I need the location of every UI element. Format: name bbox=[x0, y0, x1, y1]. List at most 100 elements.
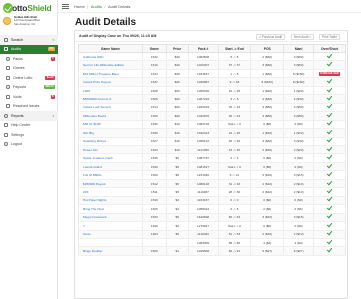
checkmark-icon bbox=[326, 102, 333, 109]
game-name-link[interactable]: Bingo Doubler bbox=[78, 246, 143, 256]
cell-range: 4 -> 4 bbox=[217, 153, 252, 163]
cell-pack: 1049508 bbox=[187, 246, 219, 256]
game-name-link[interactable]: Instant Prize Payout bbox=[78, 77, 143, 87]
breadcrumb-home[interactable]: Home bbox=[74, 4, 85, 9]
game-name-link[interactable]: Full Of $500s bbox=[78, 170, 143, 180]
game-name-link[interactable]: Space Invaders Cash bbox=[78, 153, 143, 163]
cell-pos: 2 ($40) bbox=[250, 94, 285, 104]
game-name-link[interactable]: 20X bbox=[78, 187, 143, 197]
column-header[interactable]: POS bbox=[250, 44, 285, 53]
cell-pos: 2 ($6) bbox=[250, 204, 285, 214]
game-name-link[interactable]: Loteria Grand bbox=[78, 162, 143, 172]
cell-game: 1527 bbox=[141, 137, 167, 147]
sidebar-item-resolved-issues[interactable]: Resolved Issues bbox=[0, 102, 58, 112]
game-name-link[interactable]: Power 10s bbox=[78, 145, 143, 155]
cell-pack: 1279847 bbox=[187, 221, 219, 231]
cell-price: $5 bbox=[165, 162, 189, 172]
table-row: Win Big 1530 $10 1042413 24 -> 25 1 ($10) 1 ($… bbox=[78, 128, 346, 138]
table-row: Set For Life Millionaire Edition 1516 $20 1… bbox=[78, 60, 346, 70]
breadcrumb-audits[interactable]: Audits bbox=[91, 4, 102, 9]
table-header-row: Game Name Game Price Pack # Start -> End POS M… bbox=[78, 44, 346, 53]
clipboard-icon bbox=[4, 47, 8, 52]
game-name-link[interactable]: Bring The Heat bbox=[78, 204, 143, 214]
sidebar-item-logout[interactable]: Logout bbox=[0, 140, 58, 150]
sidebar-item-help-center[interactable]: Help Center bbox=[0, 121, 58, 131]
column-header[interactable]: Game bbox=[141, 44, 167, 53]
cell-over-short bbox=[313, 153, 346, 163]
brand-logo[interactable]: ottoShield bbox=[3, 3, 52, 13]
box-icon bbox=[6, 56, 10, 61]
count-badge: 402 bbox=[47, 47, 55, 52]
card-header: Audit of Display Case on Thu 09/26, 11:1… bbox=[75, 31, 347, 42]
game-name-link[interactable]: Mega Crossword bbox=[78, 213, 143, 223]
table-row: Hot Poker Nights 1519 $3 1103437 0 -> 00 ($0… bbox=[78, 195, 346, 206]
cell-pos: 0 ($0) bbox=[250, 221, 285, 231]
cell-price: $30 bbox=[165, 52, 189, 62]
sidebar-item-voids[interactable]: Voids 8 bbox=[0, 92, 58, 102]
column-header-label: Over/Short bbox=[320, 46, 339, 51]
cell-range: 43 -> 45 bbox=[217, 145, 252, 155]
check-circle-icon bbox=[6, 104, 10, 109]
sidebar-item-scratch[interactable]: Scratch ▾ bbox=[0, 35, 58, 45]
print-table-button[interactable]: Print Table bbox=[319, 33, 341, 40]
game-name-link[interactable]: California 200x bbox=[78, 52, 143, 62]
cell-price: $10 bbox=[165, 145, 189, 155]
column-header[interactable]: Price bbox=[165, 44, 189, 53]
cell-price: $20 bbox=[165, 94, 189, 104]
game-name-link[interactable]: Sparkling Riches bbox=[78, 137, 143, 147]
next-audit-button[interactable]: Next Audit > bbox=[291, 33, 315, 40]
cell-range: 51 -> 53 bbox=[217, 230, 252, 239]
checkmark-icon bbox=[326, 94, 333, 101]
checkmark-icon bbox=[326, 212, 333, 219]
checkmark-icon bbox=[326, 162, 333, 169]
checkmark-icon bbox=[326, 153, 333, 160]
sidebar-item-games[interactable]: Games bbox=[0, 64, 58, 74]
sidebar-item-reports[interactable]: Reports ▾ bbox=[0, 111, 58, 121]
column-header[interactable]: Manl bbox=[283, 44, 315, 53]
game-name-link[interactable]: Hot Poker Nights bbox=[78, 196, 143, 206]
column-header[interactable]: Pack # bbox=[187, 44, 219, 53]
sidebar-item-settings[interactable]: Settings bbox=[0, 130, 58, 140]
cell-game: 1532 bbox=[141, 52, 167, 62]
game-name-link[interactable]: 100X bbox=[78, 86, 143, 96]
checkmark-icon bbox=[326, 204, 333, 211]
cell-pos: 2 ($10) bbox=[250, 230, 285, 239]
game-name-link[interactable]: Set For Life Millionaire Edition bbox=[78, 60, 143, 70]
cell-price: $20 bbox=[165, 103, 189, 113]
chart-icon bbox=[4, 113, 8, 118]
game-name-link[interactable]: 7 bbox=[78, 221, 143, 231]
column-header-label: POS bbox=[263, 46, 271, 51]
cell-game: 1529 bbox=[141, 111, 167, 121]
game-name-link[interactable]: $5000000 Fortune X bbox=[78, 94, 143, 104]
cell-price: $1 bbox=[165, 246, 189, 256]
cell-manl: 3 ($60) bbox=[283, 103, 315, 113]
game-name-link[interactable] bbox=[78, 238, 143, 248]
game-name-link[interactable]: $50 Or $100! bbox=[78, 120, 143, 130]
table-row: $250000 Payout 1512 $5 1068148 31 -> 33 2 ($1… bbox=[78, 179, 346, 189]
cell-pos: 3 ($15) bbox=[250, 213, 285, 223]
sidebar-item-audits[interactable]: Audits 402 bbox=[0, 44, 58, 54]
checkmark-icon bbox=[326, 60, 333, 67]
sidebar-item-packs[interactable]: Packs 5 bbox=[0, 54, 58, 64]
sidebar-item-payouts[interactable]: Payouts $88.00 bbox=[0, 83, 58, 93]
cell-pos: 2 ($10) bbox=[250, 187, 285, 197]
sidebar-item-online-lotto[interactable]: Online Lotto $1,00 bbox=[0, 73, 58, 83]
cell-range: 9 -> 12 bbox=[217, 170, 252, 180]
game-name-link[interactable]: Instant Luck Sevens bbox=[78, 103, 143, 113]
previous-audit-button[interactable]: < Previous Audit bbox=[256, 33, 286, 40]
game-name-link[interactable]: Win Big bbox=[78, 128, 143, 138]
game-name-link[interactable]: $10 Million Treasure Blast bbox=[78, 69, 143, 79]
column-header[interactable]: Start -> End bbox=[217, 44, 252, 53]
cell-pack: 1068320 bbox=[187, 86, 219, 96]
menu-icon[interactable] bbox=[62, 3, 69, 9]
cell-pack: 1103437 bbox=[187, 196, 219, 206]
cell-price: $5 bbox=[165, 170, 189, 180]
void-icon bbox=[6, 94, 10, 99]
cell-pos: 3 ($30) bbox=[250, 137, 285, 147]
game-name-link[interactable]: Tents bbox=[78, 230, 143, 239]
column-header[interactable]: Game Name bbox=[78, 44, 143, 53]
sidebar-item-label: Scratch bbox=[11, 37, 24, 42]
game-name-link[interactable]: Millionaire Bucks bbox=[78, 111, 143, 121]
cell-manl: 0 ($0) bbox=[283, 221, 315, 231]
game-name-link[interactable]: $250000 Payout bbox=[78, 179, 143, 189]
